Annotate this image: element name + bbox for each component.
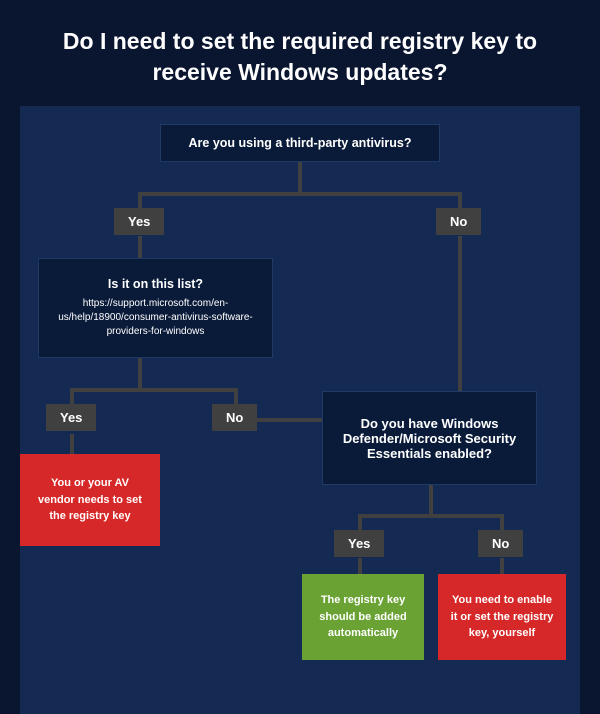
connector xyxy=(358,514,504,518)
connector xyxy=(429,484,433,514)
question-on-list: Is it on this list? https://support.micr… xyxy=(38,258,273,358)
question-on-list-url: https://support.microsoft.com/en-us/help… xyxy=(51,297,260,339)
connector xyxy=(70,434,74,456)
page-title: Do I need to set the required registry k… xyxy=(0,0,600,106)
branch-no-3: No xyxy=(478,530,523,557)
branch-yes-3: Yes xyxy=(334,530,384,557)
outcome-av-vendor: You or your AV vendor needs to set the r… xyxy=(20,454,160,546)
connector xyxy=(458,236,462,408)
connector xyxy=(138,356,142,388)
connector xyxy=(298,162,302,192)
connector xyxy=(138,236,142,260)
question-third-party-av: Are you using a third-party antivirus? xyxy=(160,124,440,162)
branch-yes-2: Yes xyxy=(46,404,96,431)
connector xyxy=(256,418,324,422)
connector xyxy=(138,192,462,196)
connector xyxy=(70,388,238,392)
branch-no-1: No xyxy=(436,208,481,235)
question-on-list-main: Is it on this list? xyxy=(108,277,203,291)
branch-yes-1: Yes xyxy=(114,208,164,235)
flowchart-canvas: Are you using a third-party antivirus? Y… xyxy=(20,106,580,714)
outcome-auto-added: The registry key should be added automat… xyxy=(302,574,424,660)
branch-no-2: No xyxy=(212,404,257,431)
question-defender-enabled: Do you have Windows Defender/Microsoft S… xyxy=(322,391,537,485)
outcome-enable-yourself: You need to enable it or set the registr… xyxy=(438,574,566,660)
